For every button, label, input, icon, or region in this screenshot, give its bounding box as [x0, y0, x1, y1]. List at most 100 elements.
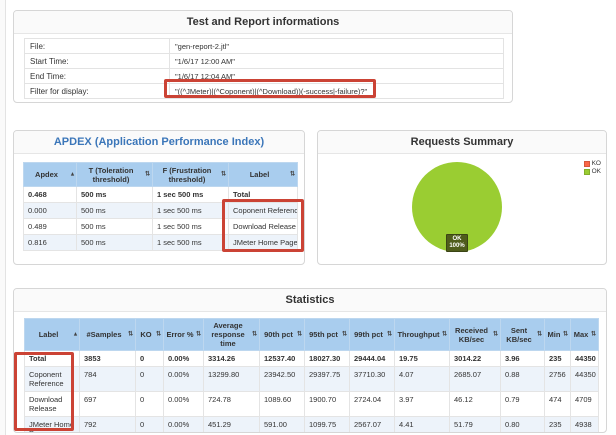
stats-column-label: Min [548, 330, 561, 339]
stats-cell: 0.88 [501, 367, 545, 392]
sort-both-icon: ⇅ [493, 331, 498, 338]
stats-cell: 4.07 [395, 367, 450, 392]
apdex-table: Apdex▴T (Toleration threshold)⇅F (Frustr… [23, 162, 298, 251]
stats-column-header[interactable]: 95th pct ⇅ [305, 319, 350, 351]
stats-column-header[interactable]: Min⇅ [545, 319, 571, 351]
stats-cell: 2567.07 [350, 417, 395, 434]
stats-cell: 235 [545, 351, 571, 367]
apdex-column-header[interactable]: Apdex▴ [24, 163, 77, 187]
legend-swatch-ko [584, 161, 590, 167]
info-row-label: File: [25, 39, 170, 54]
sort-both-icon: ⇅ [342, 331, 347, 338]
stats-column-header[interactable]: Error %⇅ [164, 319, 204, 351]
requests-summary-heading: Requests Summary [318, 131, 606, 154]
test-info-title: Test and Report informations [187, 16, 340, 28]
apdex-cell: 500 ms [77, 235, 153, 251]
stats-column-header[interactable]: Sent KB/sec⇅ [501, 319, 545, 351]
info-row: End Time:"1/6/17 12:04 AM" [25, 69, 504, 84]
sort-both-icon: ⇅ [196, 331, 201, 338]
sort-both-icon: ⇅ [442, 331, 447, 338]
requests-summary-panel: Requests Summary OK 100% KOOK [317, 130, 607, 265]
sort-both-icon: ⇅ [387, 331, 392, 338]
stats-column-label: 95th pct [309, 330, 338, 339]
sort-both-icon: ⇅ [156, 331, 161, 338]
sort-both-icon: ⇅ [128, 331, 133, 338]
stats-column-header[interactable]: Throughput⇅ [395, 319, 450, 351]
stats-column-label: KO [140, 330, 151, 339]
chart-legend: KOOK [584, 160, 601, 176]
apdex-header-row: Apdex▴T (Toleration threshold)⇅F (Frustr… [24, 163, 298, 187]
stats-cell: 3.96 [501, 351, 545, 367]
sort-both-icon: ⇅ [297, 331, 302, 338]
stats-cell: 3014.22 [450, 351, 501, 367]
apdex-column-label: Apdex [35, 170, 58, 179]
stats-column-header[interactable]: #Samples⇅ [80, 319, 136, 351]
apdex-cell: Download Release [229, 219, 298, 235]
statistics-title: Statistics [286, 294, 335, 306]
sort-both-icon: ⇅ [221, 171, 226, 178]
stats-column-header[interactable]: Max⇅ [571, 319, 599, 351]
legend-label: KO [592, 160, 601, 167]
apdex-column-header[interactable]: F (Frustration threshold)⇅ [153, 163, 229, 187]
apdex-column-header[interactable]: Label ⇅ [229, 163, 298, 187]
legend-item-ko[interactable]: KO [584, 160, 601, 167]
info-row: Filter for display:"((^JMeter)|(^Coponen… [25, 84, 504, 99]
stats-cell: 697 [80, 392, 136, 417]
stats-cell: 0.00% [164, 367, 204, 392]
stats-column-header[interactable]: Average response time⇅ [204, 319, 260, 351]
stats-cell: 0.00% [164, 417, 204, 434]
stats-column-label: 90th pct [264, 330, 293, 339]
jmeter-dashboard-page: Test and Report informations File:"gen-r… [0, 0, 616, 435]
stats-cell: 792 [80, 417, 136, 434]
stats-column-header[interactable]: KO ⇅ [136, 319, 164, 351]
pie-slice-label: OK 100% [446, 234, 468, 252]
apdex-cell: 1 sec 500 ms [153, 187, 229, 203]
stats-column-header[interactable]: 90th pct ⇅ [260, 319, 305, 351]
apdex-row: 0.489500 ms1 sec 500 msDownload Release [24, 219, 298, 235]
test-info-table: File:"gen-report-2.jtl"Start Time:"1/6/1… [24, 38, 504, 99]
legend-swatch-ok [584, 169, 590, 175]
apdex-column-label: Label [250, 170, 270, 179]
sort-both-icon: ⇅ [145, 171, 150, 178]
stats-cell: 2724.04 [350, 392, 395, 417]
sort-both-icon: ⇅ [591, 331, 596, 338]
stats-cell: 474 [545, 392, 571, 417]
sort-both-icon: ⇅ [290, 171, 295, 178]
stats-column-header[interactable]: 99th pct ⇅ [350, 319, 395, 351]
apdex-panel: APDEX (Application Performance Index) Ap… [13, 130, 305, 265]
requests-summary-chart: OK 100% KOOK [318, 154, 606, 264]
apdex-column-header[interactable]: T (Toleration threshold)⇅ [77, 163, 153, 187]
stats-column-header[interactable]: Label▴ [25, 319, 80, 351]
apdex-cell: Coponent Reference [229, 203, 298, 219]
stats-cell: 29397.75 [305, 367, 350, 392]
stats-column-header[interactable]: Received KB/sec⇅ [450, 319, 501, 351]
apdex-cell: 0.468 [24, 187, 77, 203]
stats-cell: 591.00 [260, 417, 305, 434]
stats-cell: 23942.50 [260, 367, 305, 392]
stats-column-label: Label [39, 330, 59, 339]
stats-cell: 3.97 [395, 392, 450, 417]
legend-item-ok[interactable]: OK [584, 168, 601, 175]
info-row-value: "gen-report-2.jtl" [170, 39, 504, 54]
stats-row: Total385300.00%3314.2612537.4018027.3029… [25, 351, 599, 367]
apdex-cell: 0.489 [24, 219, 77, 235]
test-info-panel-heading: Test and Report informations [14, 11, 512, 34]
stats-cell: 37710.30 [350, 367, 395, 392]
sort-both-icon: ⇅ [252, 331, 257, 338]
apdex-row: 0.816500 ms1 sec 500 msJMeter Home Page [24, 235, 298, 251]
stats-cell: 51.79 [450, 417, 501, 434]
stats-cell: 784 [80, 367, 136, 392]
info-row-value: "1/6/17 12:04 AM" [170, 69, 504, 84]
stats-cell: 3853 [80, 351, 136, 367]
pie-label-line2: 100% [447, 243, 467, 250]
stats-column-label: Max [574, 330, 589, 339]
stats-cell: 44350 [571, 367, 599, 392]
stats-cell: 0.79 [501, 392, 545, 417]
stats-cell: 12537.40 [260, 351, 305, 367]
page-left-edge [0, 0, 6, 435]
apdex-row: 0.468500 ms1 sec 500 msTotal [24, 187, 298, 203]
info-row: File:"gen-report-2.jtl" [25, 39, 504, 54]
stats-column-label: 99th pct [354, 330, 383, 339]
apdex-cell: 0.816 [24, 235, 77, 251]
apdex-cell: JMeter Home Page [229, 235, 298, 251]
